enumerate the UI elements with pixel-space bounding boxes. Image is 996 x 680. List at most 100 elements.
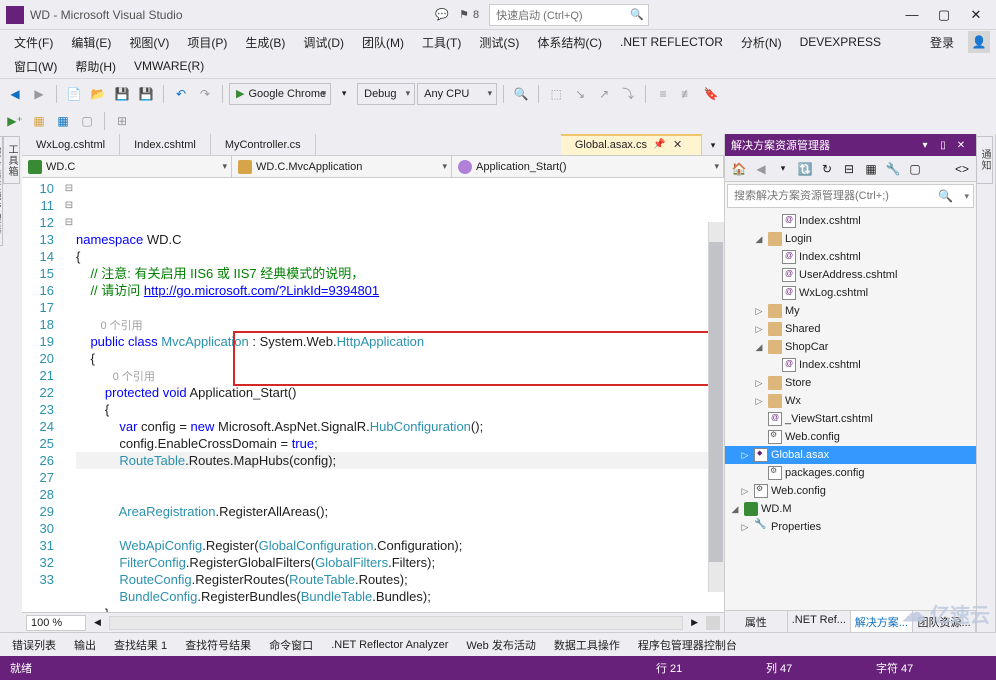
tab-package-manager[interactable]: 程序包管理器控制台	[630, 633, 745, 657]
step-into-button[interactable]: ↘	[569, 83, 591, 105]
save-button[interactable]: 💾	[111, 83, 133, 105]
tab-data-tools[interactable]: 数据工具操作	[546, 633, 628, 657]
tab-find-1[interactable]: 查找结果 1	[106, 633, 175, 657]
menu-view[interactable]: 视图(V)	[121, 31, 177, 54]
solution-search[interactable]: 🔍 ▾	[727, 184, 974, 208]
search-options-dropdown[interactable]: ▾	[964, 191, 969, 202]
split-handle[interactable]	[706, 616, 720, 630]
tree-item[interactable]: Index.cshtml	[725, 248, 976, 266]
tree-item[interactable]: Web.config	[725, 428, 976, 446]
menu-team[interactable]: 团队(M)	[354, 31, 412, 54]
comment-button[interactable]: ≡	[652, 83, 674, 105]
class-dropdown[interactable]: WD.C.MvcApplication	[232, 156, 452, 177]
panel-pin-button[interactable]: ▯	[934, 140, 952, 151]
project-dropdown[interactable]: WD.C	[22, 156, 232, 177]
find-button[interactable]: 🔍	[510, 83, 532, 105]
preview-button[interactable]: ▢	[905, 159, 925, 179]
fold-gutter[interactable]: ⊟⊟⊟	[62, 178, 76, 612]
doc-tab[interactable]: MyController.cs	[211, 134, 316, 155]
code-editor[interactable]: 1011121314151617181920212223242526272829…	[22, 178, 724, 612]
extensions-button[interactable]: ⬚	[545, 83, 567, 105]
redo-button[interactable]: ↷	[194, 83, 216, 105]
panel-dropdown-button[interactable]: ▾	[916, 140, 934, 151]
open-file-button[interactable]: 📂	[87, 83, 109, 105]
zoom-dropdown[interactable]: 100 %	[26, 615, 86, 631]
toolbox-tab[interactable]: 工具箱	[3, 136, 20, 184]
notifications-tab[interactable]: 通知	[976, 136, 993, 184]
menu-project[interactable]: 项目(P)	[179, 31, 235, 54]
tab-find-symbol[interactable]: 查找符号结果	[177, 633, 259, 657]
view-code-button[interactable]: <>	[952, 159, 972, 179]
doc-tab[interactable]: WxLog.cshtml	[22, 134, 120, 155]
feedback-icon[interactable]: 💬	[435, 8, 449, 21]
panel-title-bar[interactable]: 解决方案资源管理器 ▾ ▯ ✕	[725, 134, 976, 156]
panel-close-button[interactable]: ✕	[952, 140, 970, 151]
tabs-overflow-button[interactable]: ▾	[702, 134, 724, 156]
sign-in-button[interactable]: 登录	[922, 31, 962, 54]
menu-build[interactable]: 生成(B)	[237, 31, 293, 54]
new-project-button[interactable]: 📄	[63, 83, 85, 105]
bookmark-button[interactable]: 🔖	[700, 83, 722, 105]
tab-command[interactable]: 命令窗口	[261, 633, 321, 657]
server-explorer-tab[interactable]: 服务器资源管理器	[0, 136, 3, 246]
tab-web-publish[interactable]: Web 发布活动	[458, 633, 543, 657]
tree-item[interactable]: ▷Wx	[725, 392, 976, 410]
uncomment-button[interactable]: ≢	[676, 83, 698, 105]
tree-item[interactable]: ▷Properties	[725, 518, 976, 536]
tab-reflector-analyzer[interactable]: .NET Reflector Analyzer	[323, 635, 456, 655]
minimize-button[interactable]: —	[902, 5, 922, 25]
tree-item[interactable]: Index.cshtml	[725, 356, 976, 374]
menu-help[interactable]: 帮助(H)	[67, 55, 124, 78]
menu-analyze[interactable]: 分析(N)	[733, 31, 790, 54]
step-out-button[interactable]: ↗	[593, 83, 615, 105]
doc-tab[interactable]: Index.cshtml	[120, 134, 211, 155]
menu-file[interactable]: 文件(F)	[6, 31, 61, 54]
properties-button[interactable]: 🔧	[883, 159, 903, 179]
menu-reflector[interactable]: .NET REFLECTOR	[612, 32, 731, 52]
pin-icon[interactable]: 📌	[653, 139, 667, 150]
tree-item[interactable]: ▷My	[725, 302, 976, 320]
method-dropdown[interactable]: Application_Start()	[452, 156, 724, 177]
tree-item[interactable]: ▷Store	[725, 374, 976, 392]
user-avatar-icon[interactable]: 👤	[968, 31, 990, 53]
tree-item[interactable]: _ViewStart.cshtml	[725, 410, 976, 428]
tree-item[interactable]: ◢ShopCar	[725, 338, 976, 356]
breakpoint-button[interactable]: ▢	[76, 110, 98, 132]
sync-button[interactable]: 🔃	[795, 159, 815, 179]
step-over-button[interactable]: ⤵	[617, 83, 639, 105]
close-icon[interactable]: ✕	[673, 138, 687, 151]
menu-architecture[interactable]: 体系结构(C)	[529, 31, 610, 54]
tree-item[interactable]: ▷Shared	[725, 320, 976, 338]
tab-properties[interactable]: 属性	[725, 611, 788, 632]
solution-platform-dropdown[interactable]: Any CPU	[417, 83, 497, 105]
tree-item[interactable]: Index.cshtml	[725, 212, 976, 230]
refresh-button[interactable]: ↻	[817, 159, 837, 179]
doc-tab-active[interactable]: Global.asax.cs 📌 ✕	[561, 134, 702, 155]
notifications-flag[interactable]: ⚑8	[459, 8, 479, 21]
attach-button[interactable]: ⊞	[111, 110, 133, 132]
tree-item[interactable]: ▷Global.asax	[725, 446, 976, 464]
menu-edit[interactable]: 编辑(E)	[63, 31, 119, 54]
tree-item[interactable]: ◢Login	[725, 230, 976, 248]
tab-net-reflector[interactable]: .NET Ref...	[788, 611, 851, 632]
back-button[interactable]: ◀	[751, 159, 771, 179]
process-button[interactable]: ▶⁺	[4, 110, 26, 132]
tab-team-explorer[interactable]: 团队资源...	[913, 611, 976, 632]
menu-vmware[interactable]: VMWARE(R)	[126, 56, 212, 76]
tree-item[interactable]: WxLog.cshtml	[725, 284, 976, 302]
tree-item[interactable]: ▷Web.config	[725, 482, 976, 500]
menu-test[interactable]: 测试(S)	[471, 31, 527, 54]
tab-solution-explorer[interactable]: 解决方案...	[851, 611, 914, 632]
save-all-button[interactable]: 💾	[135, 83, 157, 105]
fwd-button[interactable]: ▾	[773, 159, 793, 179]
show-all-button[interactable]: ▦	[861, 159, 881, 179]
collapse-button[interactable]: ⊟	[839, 159, 859, 179]
browser-select-dropdown[interactable]: ▾	[333, 83, 355, 105]
horizontal-scrollbar[interactable]	[109, 616, 683, 630]
quick-launch-input[interactable]: 快速启动 (Ctrl+Q) 🔍	[489, 4, 649, 26]
menu-devexpress[interactable]: DEVEXPRESS	[792, 32, 889, 52]
close-button[interactable]: ✕	[966, 5, 986, 25]
solution-tree[interactable]: Index.cshtml◢LoginIndex.cshtmlUserAddres…	[725, 210, 976, 610]
menu-window[interactable]: 窗口(W)	[6, 55, 65, 78]
home-button[interactable]: 🏠	[729, 159, 749, 179]
